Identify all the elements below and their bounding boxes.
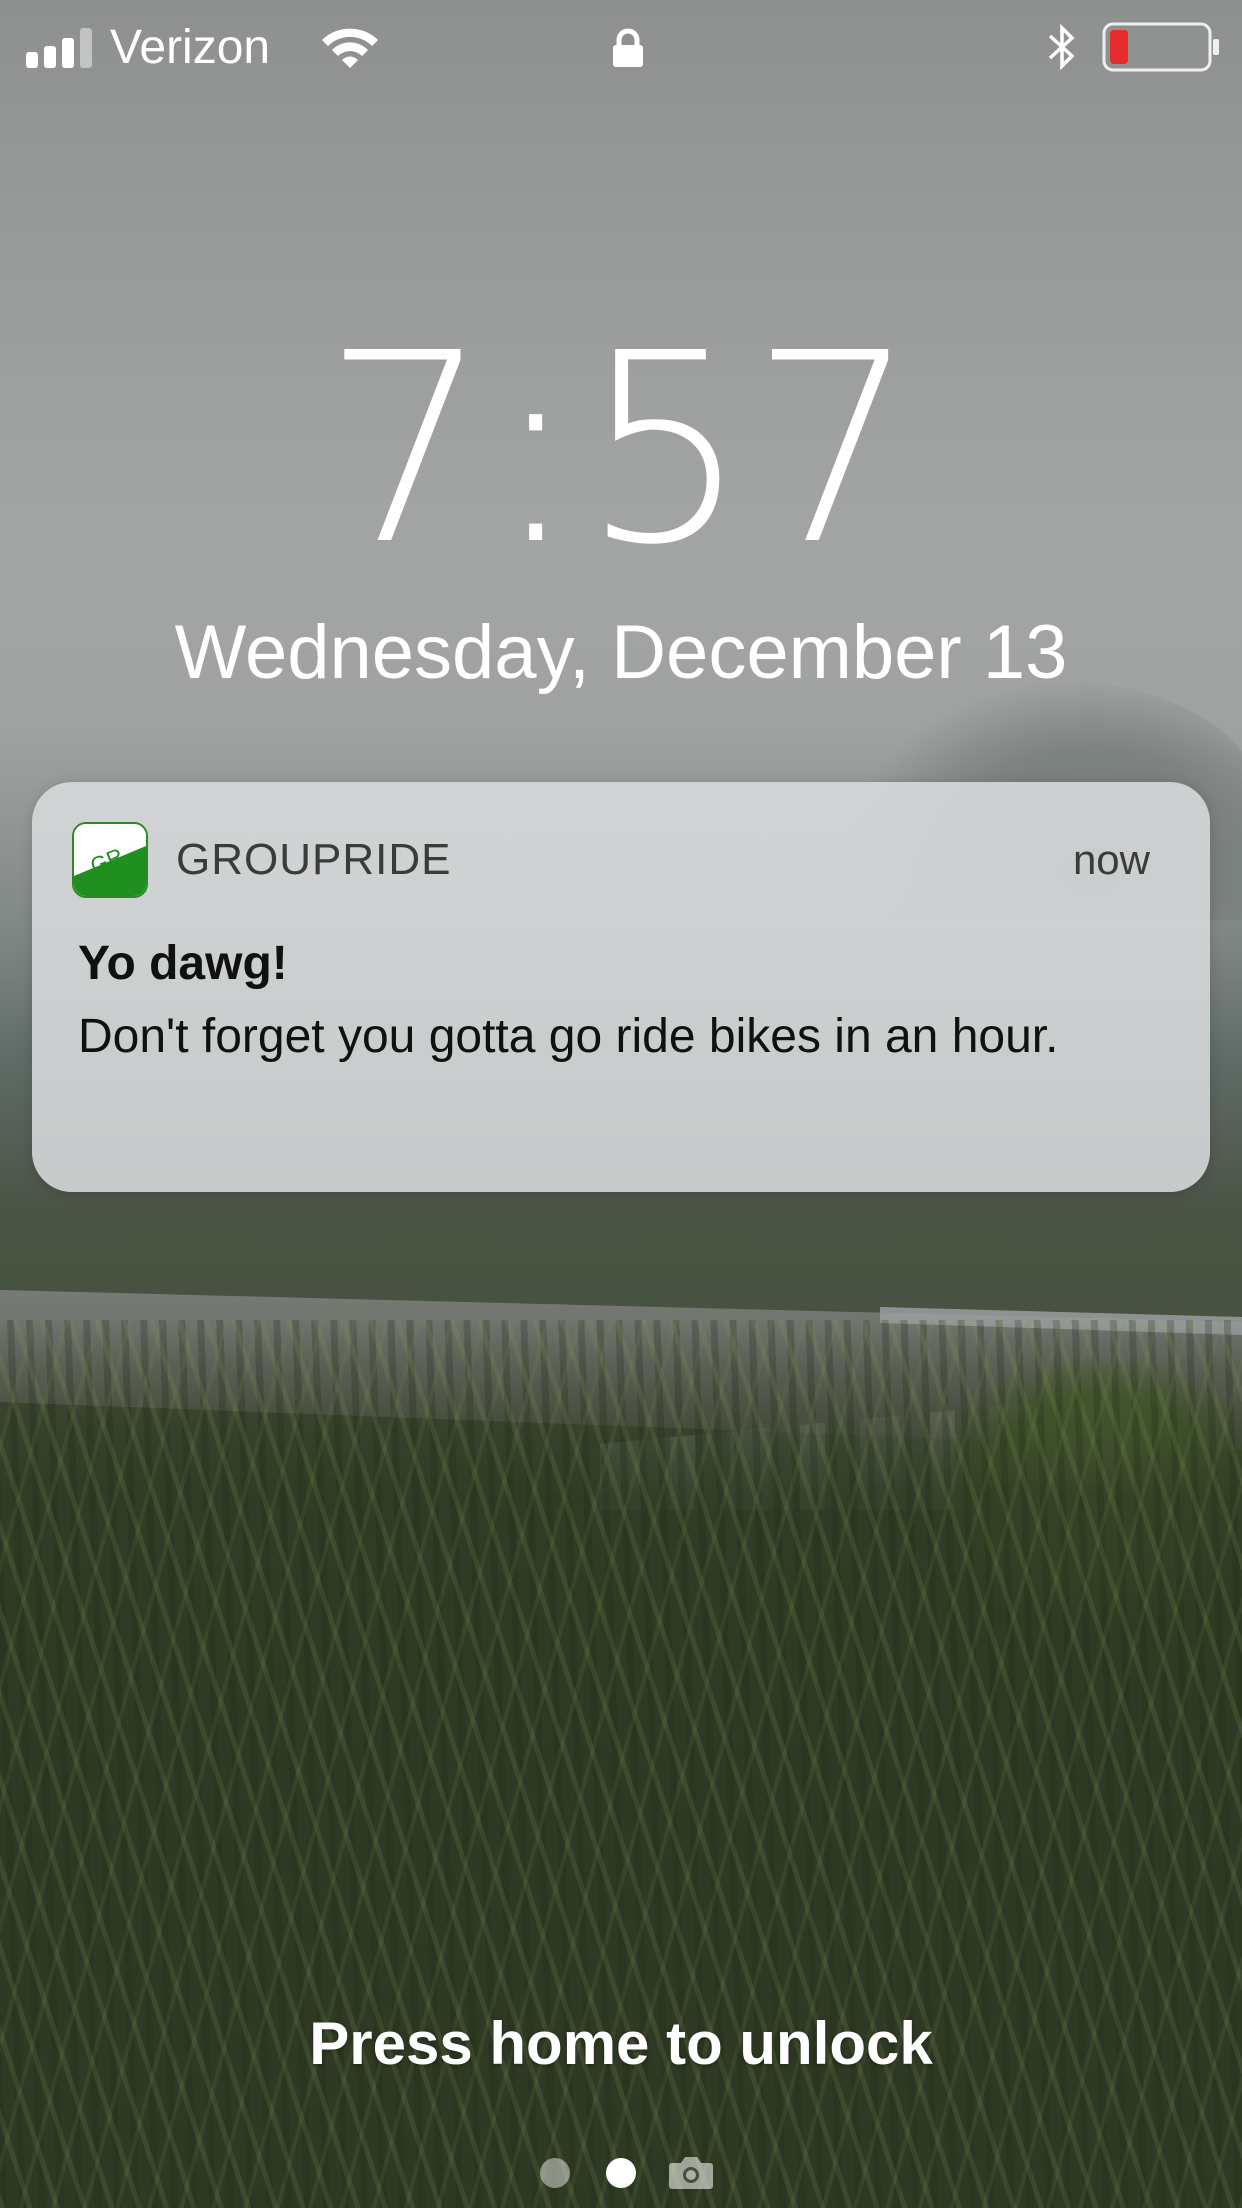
lock-icon bbox=[610, 28, 646, 68]
battery-icon bbox=[1102, 22, 1222, 72]
page-dot-today-view[interactable] bbox=[540, 2158, 570, 2188]
carrier-name: Verizon bbox=[110, 21, 271, 74]
wallpaper-hill bbox=[0, 1170, 1242, 1360]
page-indicator[interactable] bbox=[530, 2150, 720, 2190]
signal-bars-icon bbox=[26, 28, 98, 68]
wifi-icon bbox=[318, 24, 382, 72]
notification-time: now bbox=[1072, 836, 1150, 883]
camera-icon[interactable] bbox=[668, 2154, 714, 2190]
wallpaper-bush bbox=[940, 1360, 1242, 1620]
lock-screen-date: Wednesday, December 13 bbox=[174, 610, 1068, 695]
notification-app-name: GROUPRIDE bbox=[176, 835, 452, 884]
notification-body: Don't forget you gotta go ride bikes in … bbox=[78, 1010, 1059, 1063]
wallpaper-river bbox=[880, 1307, 1242, 1335]
lock-screen-time: 7:57 bbox=[322, 297, 920, 602]
wallpaper-beach bbox=[0, 1290, 1242, 1450]
bluetooth-icon bbox=[1044, 22, 1080, 72]
lock-screen: Verizon 7:57 Wednesday, December 13 GR G… bbox=[0, 0, 1242, 2208]
battery-level-fill bbox=[1110, 30, 1128, 64]
notification-title: Yo dawg! bbox=[78, 937, 288, 990]
unlock-hint: Press home to unlock bbox=[309, 2010, 933, 2077]
page-dot-lock-screen[interactable] bbox=[606, 2158, 636, 2188]
wallpaper-village bbox=[600, 1400, 1060, 1510]
groupride-app-icon: GR bbox=[72, 822, 148, 898]
status-bar: Verizon bbox=[0, 0, 1242, 96]
notification-card[interactable]: GR GROUPRIDE now Yo dawg! Don't forget y… bbox=[32, 782, 1210, 1192]
